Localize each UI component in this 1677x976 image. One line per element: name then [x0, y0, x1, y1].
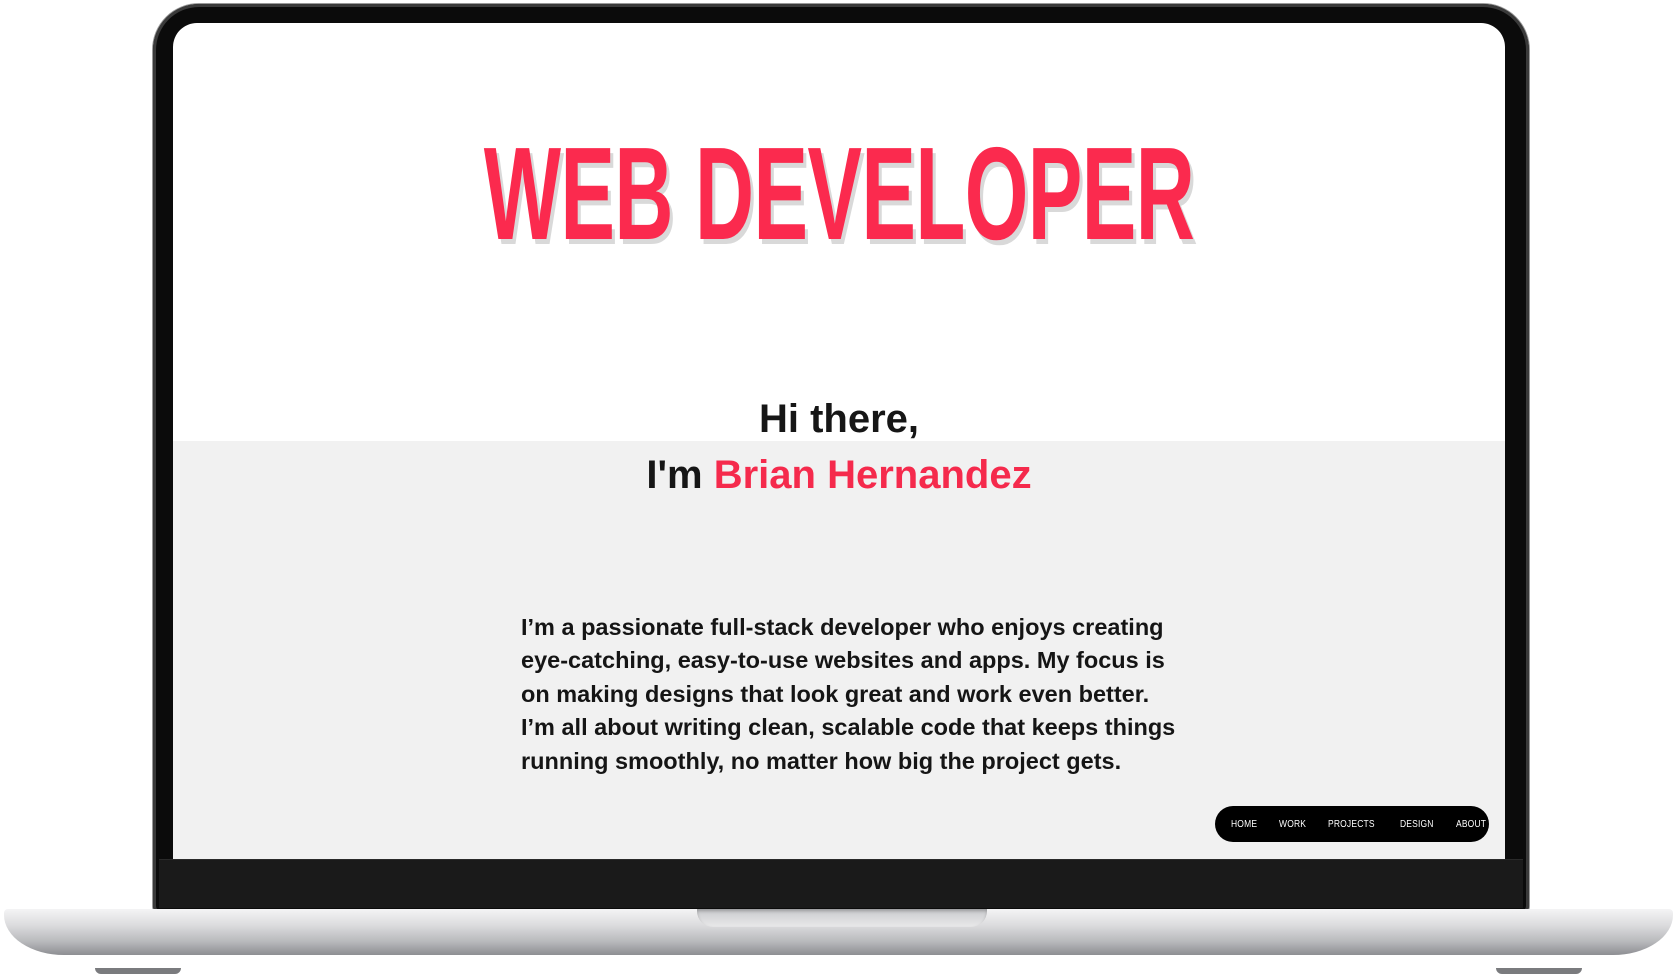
hero-title: WEB DEVELOPER — [483, 120, 1195, 267]
greeting-line-1: Hi there, — [758, 397, 920, 441]
laptop-screen: WEB DEVELOPER Hi there, I'm Brian Hernan… — [173, 23, 1505, 859]
developer-name: Brian Hernandez — [713, 453, 1032, 497]
greeting-prefix: I'm — [646, 453, 714, 497]
floating-nav: HOME WORK PROJECTS DESIGN ABOUT — [1215, 806, 1489, 842]
laptop-foot-right — [1496, 968, 1582, 974]
laptop-foot-left — [95, 968, 181, 974]
greeting-line-2: I'm Brian Hernandez — [173, 447, 1505, 503]
laptop-opening-notch — [697, 909, 987, 927]
nav-link-about[interactable]: ABOUT — [1456, 819, 1486, 830]
nav-link-work[interactable]: WORK — [1279, 819, 1306, 830]
bio-paragraph: I’m a passionate full-stack developer wh… — [521, 613, 1176, 774]
nav-link-projects[interactable]: PROJECTS — [1328, 819, 1375, 830]
laptop-bezel-bottom — [159, 859, 1523, 908]
greeting: Hi there, I'm Brian Hernandez — [173, 391, 1505, 503]
nav-link-design[interactable]: DESIGN — [1400, 819, 1434, 830]
nav-link-home[interactable]: HOME — [1231, 819, 1257, 830]
